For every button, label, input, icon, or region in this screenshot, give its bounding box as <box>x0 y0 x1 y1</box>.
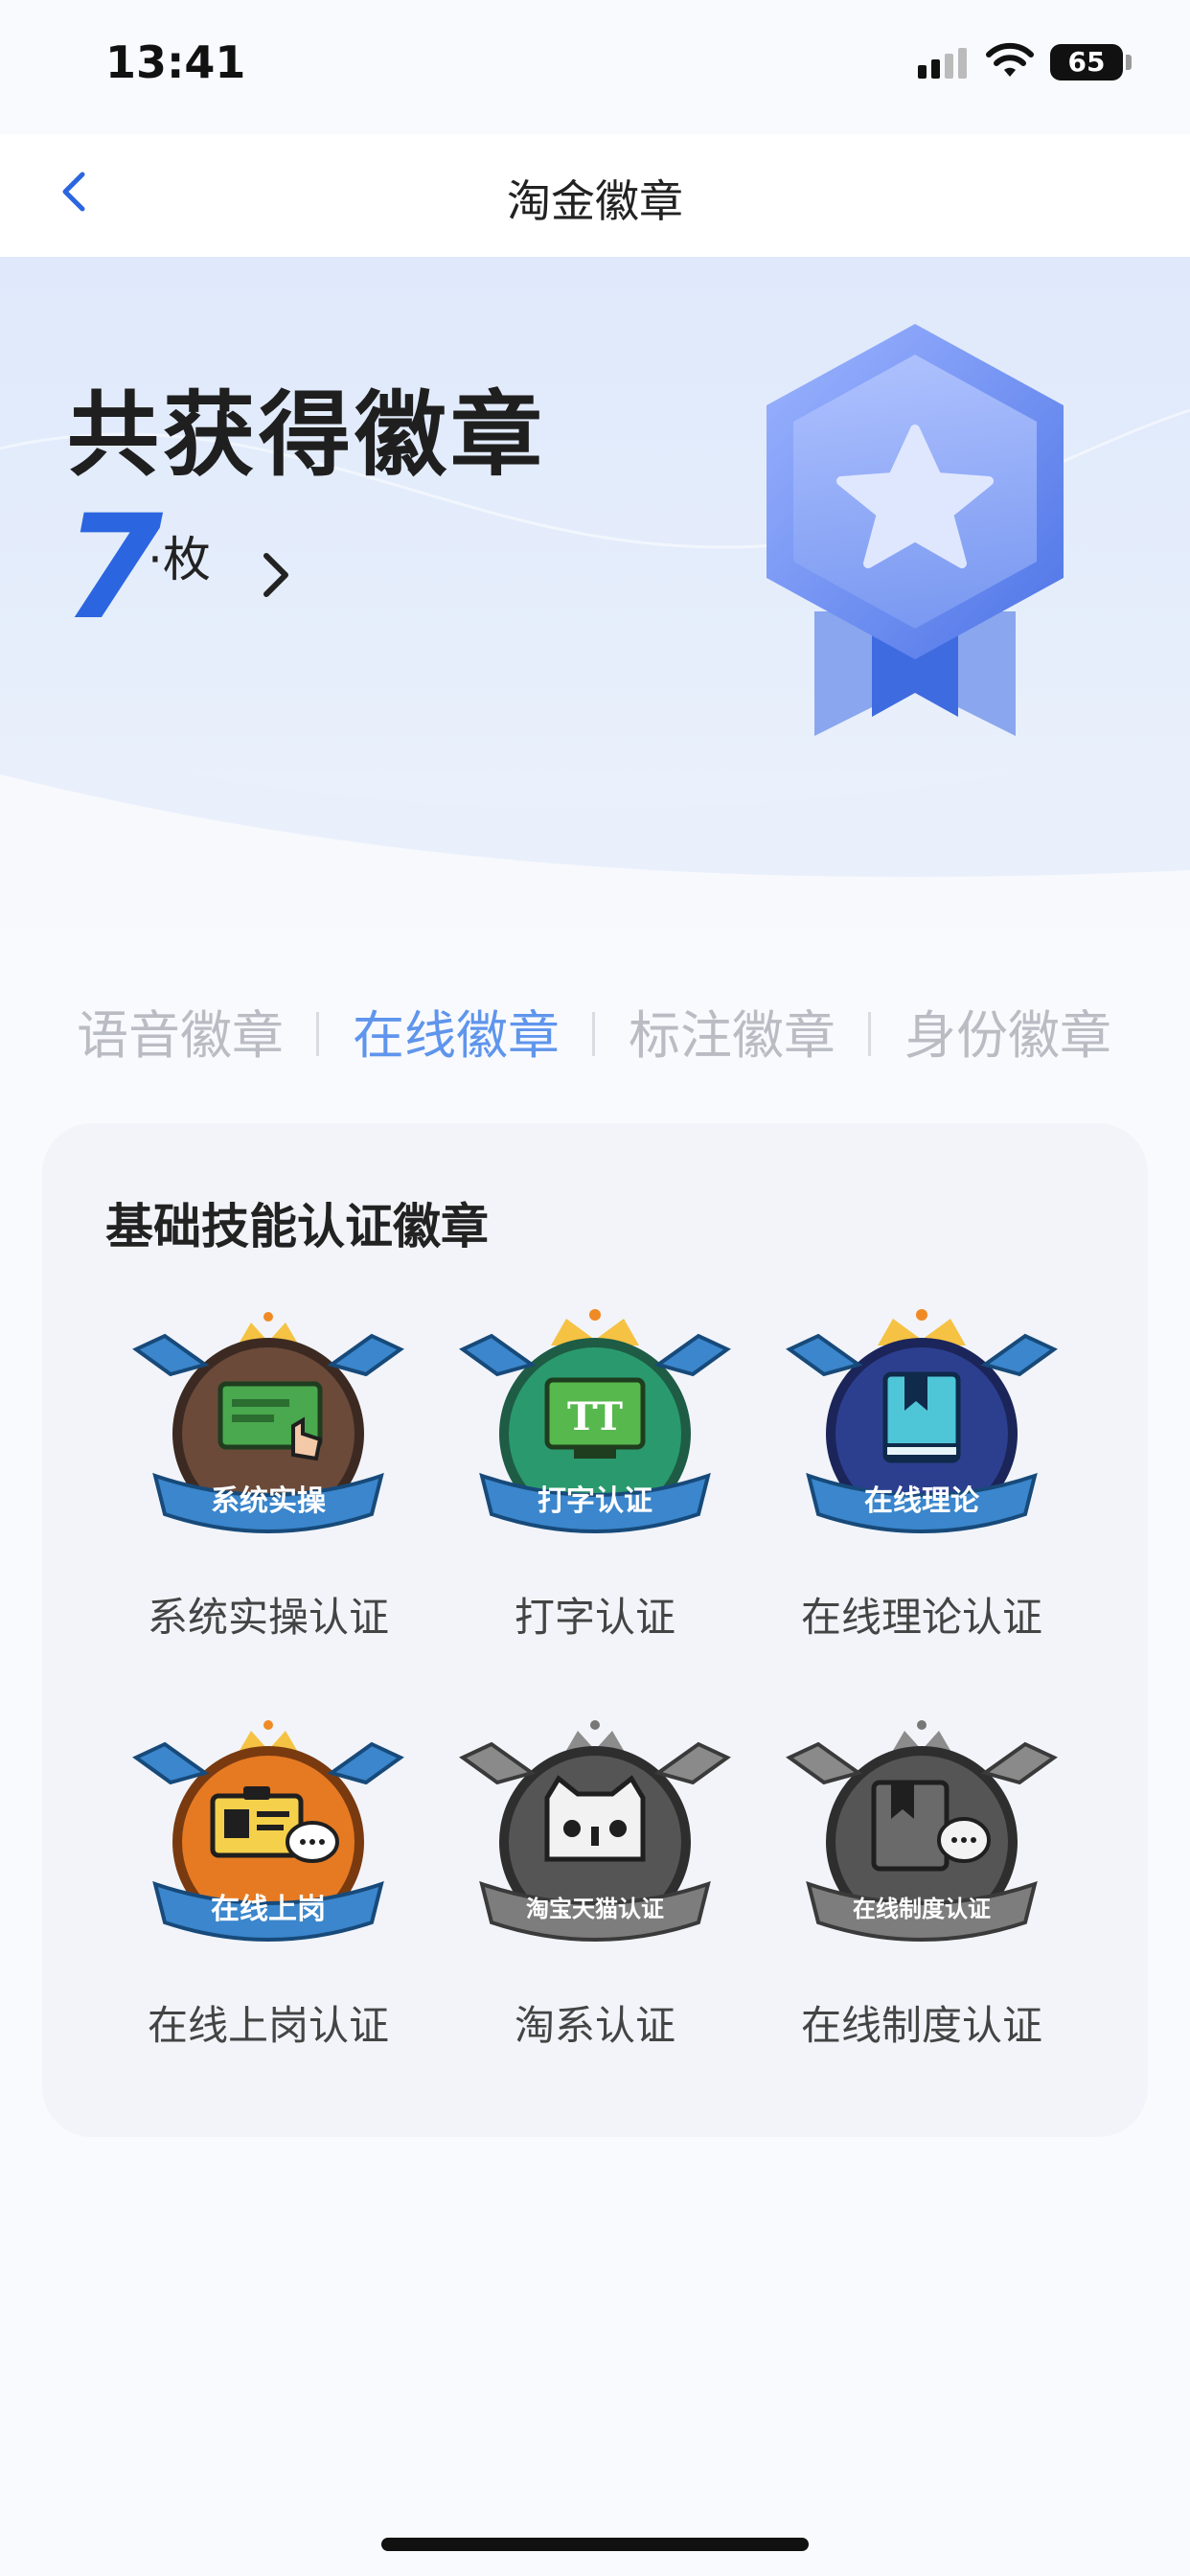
battery-icon: 65 <box>1050 44 1123 80</box>
tab-online-badges[interactable]: 在线徽章 <box>353 993 560 1069</box>
ribbon-text: 打字认证 <box>538 1484 652 1518</box>
ribbon-text: 在线制度认证 <box>853 1896 991 1922</box>
ribbon-text: 淘宝天猫认证 <box>526 1896 664 1922</box>
book-icon: 在线理论 <box>786 1309 1058 1533</box>
tab-divider <box>592 1012 595 1056</box>
medal-star-icon <box>767 324 1064 736</box>
chevron-right-icon[interactable] <box>257 546 295 604</box>
badge-label: 系统实操认证 <box>147 1594 389 1641</box>
book-chat-icon: 在线制度认证 <box>786 1720 1058 1942</box>
tab-divider <box>868 1012 871 1056</box>
ribbon-text: 在线理论 <box>864 1484 980 1518</box>
tab-voice-badges[interactable]: 语音徽章 <box>77 993 284 1069</box>
basic-skill-badges-card: 基础技能认证徽章 系统实操 系统实操认证 TT 打字认证 打字认证 在线理论 在… <box>42 1123 1148 2137</box>
tab-divider <box>316 1012 319 1056</box>
badge-summary-banner: 共获得徽章 7 ·枚 <box>0 257 1190 928</box>
tab-identity-badges[interactable]: 身份徽章 <box>904 993 1111 1069</box>
page-title: 淘金徽章 <box>507 175 683 227</box>
nav-bar: 淘金徽章 <box>0 134 1190 257</box>
badge-taobao-tmall[interactable]: 淘宝天猫认证 淘系认证 <box>413 1715 777 2080</box>
typing-tt-icon: TT 打字认证 <box>459 1309 731 1533</box>
badge-label: 在线理论认证 <box>800 1594 1042 1641</box>
screen-hand-icon: 系统实操 <box>132 1312 404 1533</box>
battery-cap <box>1126 55 1132 70</box>
badge-typing[interactable]: TT 打字认证 打字认证 <box>413 1307 777 1671</box>
badge-label: 打字认证 <box>514 1594 675 1641</box>
wifi-icon <box>986 42 1034 77</box>
tmall-cat-icon: 淘宝天猫认证 <box>459 1720 731 1942</box>
badge-count-unit: ·枚 <box>148 532 211 587</box>
badge-label: 在线上岗认证 <box>147 2002 389 2049</box>
badge-online-policy[interactable]: 在线制度认证 在线制度认证 <box>740 1715 1104 2080</box>
status-time: 13:41 <box>105 36 246 88</box>
svg-text:TT: TT <box>567 1394 623 1439</box>
badge-online-onboarding[interactable]: 在线上岗 在线上岗认证 <box>86 1715 450 2080</box>
badge-online-theory[interactable]: 在线理论 在线理论认证 <box>740 1307 1104 1671</box>
badge-label: 在线制度认证 <box>800 2002 1042 2049</box>
badges-total-title: 共获得徽章 <box>67 381 546 489</box>
badge-system-operation[interactable]: 系统实操 系统实操认证 <box>86 1307 450 1671</box>
home-indicator[interactable] <box>381 2538 809 2551</box>
ribbon-text: 在线上岗 <box>211 1893 326 1926</box>
status-bar: 13:41 65 <box>0 0 1190 134</box>
id-card-chat-icon: 在线上岗 <box>132 1720 404 1942</box>
badge-category-tabs: 语音徽章 在线徽章 标注徽章 身份徽章 <box>0 976 1190 1071</box>
tab-annotation-badges[interactable]: 标注徽章 <box>629 993 835 1069</box>
ribbon-text: 系统实操 <box>211 1484 327 1518</box>
section-title: 基础技能认证徽章 <box>105 1199 489 1254</box>
badge-label: 淘系认证 <box>514 2002 675 2049</box>
cellular-signal-icon <box>918 48 972 79</box>
